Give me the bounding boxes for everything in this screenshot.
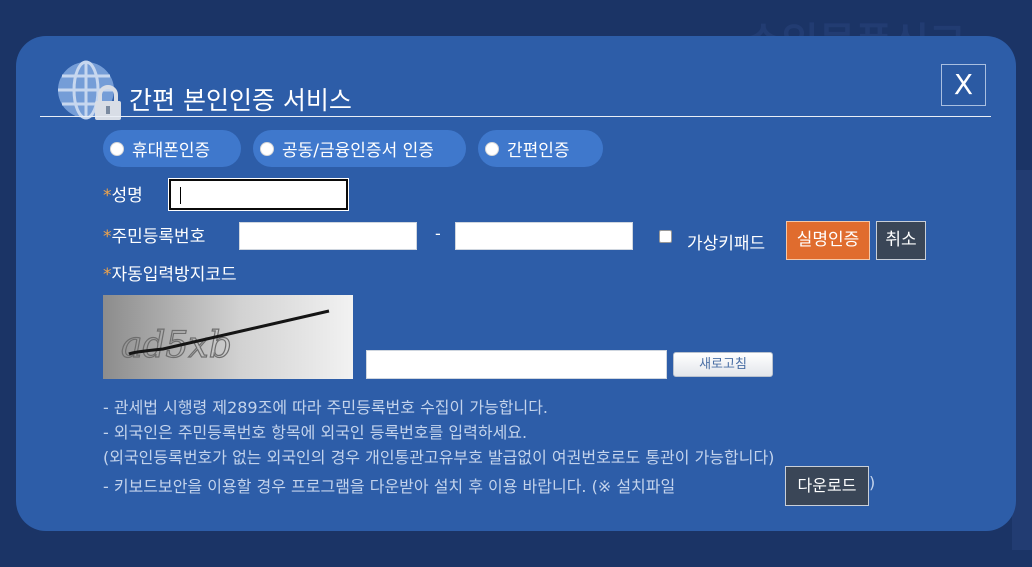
auth-option-label: 공동/금융인증서 인증	[282, 141, 434, 161]
close-icon: X	[953, 68, 974, 101]
auth-option-simple[interactable]: 간편인증	[478, 130, 603, 167]
note-line-1: - 관세법 시행령 제289조에 따라 주민등록번호 수집이 가능합니다.	[103, 398, 549, 417]
auth-option-phone[interactable]: 휴대폰인증	[103, 130, 241, 167]
note-line-4: - 키보드보안을 이용할 경우 프로그램을 다운받아 설치 후 이용 바랍니다.…	[103, 477, 676, 496]
rrn-front-input[interactable]	[239, 222, 417, 250]
auth-option-label: 휴대폰인증	[132, 141, 211, 161]
globe-lock-icon	[58, 60, 121, 120]
virtual-keypad-label: 가상키패드	[687, 234, 766, 254]
verify-name-button[interactable]: 실명인증	[786, 221, 870, 260]
auth-option-certificate[interactable]: 공동/금융인증서 인증	[253, 130, 466, 167]
radio-icon[interactable]	[110, 141, 124, 156]
required-mark: *	[103, 265, 112, 285]
note-line-3: (외국인등록번호가 없는 외국인의 경우 개인통관고유부호 발급없이 여권번호로…	[103, 448, 775, 467]
captcha-image: ad5xb	[103, 295, 353, 379]
name-label: *성명	[103, 186, 143, 206]
virtual-keypad-checkbox[interactable]	[659, 230, 672, 243]
required-mark: *	[103, 227, 112, 247]
modal-title: 간편 본인인증 서비스	[129, 86, 352, 115]
auth-option-label: 간편인증	[507, 141, 570, 161]
close-button[interactable]: X	[941, 64, 986, 106]
captcha-input[interactable]	[366, 350, 667, 379]
radio-icon[interactable]	[485, 141, 499, 156]
note-line-4-end: )	[869, 473, 876, 492]
name-input[interactable]	[169, 179, 348, 210]
note-line-2: - 외국인은 주민등록번호 항목에 외국인 등록번호를 입력하세요.	[103, 423, 528, 442]
text-cursor	[180, 187, 181, 204]
captcha-label: *자동입력방지코드	[103, 265, 237, 285]
rrn-label: *주민등록번호	[103, 227, 206, 247]
cancel-button[interactable]: 취소	[876, 221, 926, 260]
auth-modal: 간편 본인인증 서비스 X 휴대폰인증 공동/금융인증서 인증 간편인증 *성명…	[16, 36, 1016, 531]
title-divider	[40, 116, 991, 117]
rrn-separator: -	[435, 224, 441, 243]
download-button[interactable]: 다운로드	[785, 466, 869, 506]
rrn-back-input[interactable]	[455, 222, 633, 250]
required-mark: *	[103, 186, 112, 206]
radio-icon[interactable]	[260, 141, 274, 156]
refresh-captcha-button[interactable]: 새로고침	[673, 352, 773, 377]
